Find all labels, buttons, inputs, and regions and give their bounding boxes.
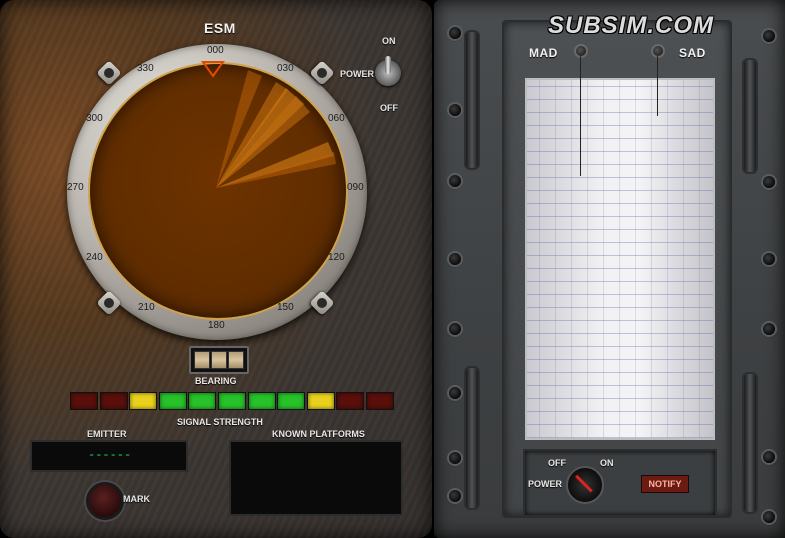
- paper-grid-column: [619, 80, 620, 438]
- screw: [763, 176, 775, 188]
- paper-grid-column: [539, 80, 540, 438]
- subsim-logo: SUBSIM.COM: [548, 12, 714, 39]
- mark-label: MARK: [123, 494, 150, 504]
- screw: [449, 387, 461, 399]
- mark-button[interactable]: [86, 482, 124, 520]
- bearing-tick-270: 270: [67, 182, 84, 193]
- recorder-power-on-label: ON: [600, 458, 614, 468]
- bearing-tick-000: 000: [207, 45, 224, 56]
- esm-signal-wedges: [216, 70, 336, 188]
- bearing-readout: [189, 346, 249, 374]
- bearing-tick-300: 300: [86, 113, 103, 124]
- signal-strength-led: [218, 392, 246, 410]
- paper-grid-column: [699, 80, 700, 438]
- screw: [449, 104, 461, 116]
- bearing-tick-120: 120: [328, 252, 345, 263]
- bearing-digit: [228, 351, 244, 369]
- recorder-paper-strip: [525, 78, 715, 440]
- esm-title: ESM: [204, 20, 236, 36]
- screw: [763, 253, 775, 265]
- screw: [449, 323, 461, 335]
- mad-pen-pivot: [576, 46, 586, 56]
- sad-stylus: [657, 56, 658, 116]
- esm-scope-display[interactable]: [88, 62, 348, 320]
- screw: [449, 175, 461, 187]
- screw: [763, 511, 775, 523]
- screw: [449, 452, 461, 464]
- mad-stylus: [580, 56, 581, 176]
- paper-grid-column: [635, 80, 636, 438]
- bearing-tick-180: 180: [208, 320, 225, 331]
- esm-power-label: POWER: [340, 69, 375, 79]
- screw: [763, 323, 775, 335]
- signal-strength-led: [336, 392, 365, 410]
- sad-pen-pivot: [653, 46, 663, 56]
- paper-grid-column: [603, 80, 604, 438]
- signal-strength-led: [247, 392, 276, 410]
- paper-grid-column: [555, 80, 556, 438]
- signal-strength-led: [277, 392, 306, 410]
- signal-strength-led: [366, 392, 394, 410]
- bearing-tick-090: 090: [347, 182, 364, 193]
- sad-label: SAD: [679, 46, 706, 60]
- esm-power-toggle[interactable]: [375, 56, 401, 86]
- screw: [449, 490, 461, 502]
- paper-grid-column: [587, 80, 588, 438]
- rail-slot: [742, 372, 758, 514]
- signal-strength-led: [129, 392, 158, 410]
- notify-button[interactable]: NOTIFY: [641, 475, 689, 493]
- known-platforms-display: [229, 440, 403, 516]
- rail-slot: [464, 366, 480, 510]
- signal-strength-led: [158, 392, 187, 410]
- mad-label: MAD: [529, 46, 558, 60]
- bearing-tick-030: 030: [277, 63, 294, 74]
- signal-strength-led: [188, 392, 217, 410]
- screw: [449, 253, 461, 265]
- emitter-display: ------: [30, 440, 188, 472]
- paper-grid-column: [651, 80, 652, 438]
- emitter-label: EMITTER: [87, 429, 127, 439]
- recorder-power-knob[interactable]: [566, 466, 604, 504]
- signal-strength-label: SIGNAL STRENGTH: [177, 417, 263, 427]
- bearing-tick-330: 330: [137, 63, 154, 74]
- screw: [763, 30, 775, 42]
- recorder-power-off-label: OFF: [548, 458, 566, 468]
- rail-slot: [742, 58, 758, 174]
- signal-strength-led: [99, 392, 128, 410]
- signal-strength-led: [306, 392, 335, 410]
- recorder-power-label: POWER: [528, 479, 563, 489]
- bearing-tick-210: 210: [138, 302, 155, 313]
- esm-power-on-label: ON: [382, 36, 396, 46]
- paper-grid-column: [571, 80, 572, 438]
- signal-strength-led: [70, 392, 98, 410]
- screw: [449, 27, 461, 39]
- bearing-label: BEARING: [195, 376, 237, 386]
- rail-slot: [464, 30, 480, 170]
- bearing-tick-060: 060: [328, 113, 345, 124]
- bearing-digit: [194, 351, 210, 369]
- paper-grid-column: [683, 80, 684, 438]
- esm-power-off-label: OFF: [380, 103, 398, 113]
- bearing-digit: [211, 351, 227, 369]
- bearing-tick-150: 150: [277, 302, 294, 313]
- emitter-value: ------: [88, 448, 132, 462]
- paper-grid-column: [667, 80, 668, 438]
- bearing-tick-240: 240: [86, 252, 103, 263]
- screw: [763, 451, 775, 463]
- bearing-cursor-icon: [201, 61, 225, 78]
- known-platforms-label: KNOWN PLATFORMS: [272, 429, 365, 439]
